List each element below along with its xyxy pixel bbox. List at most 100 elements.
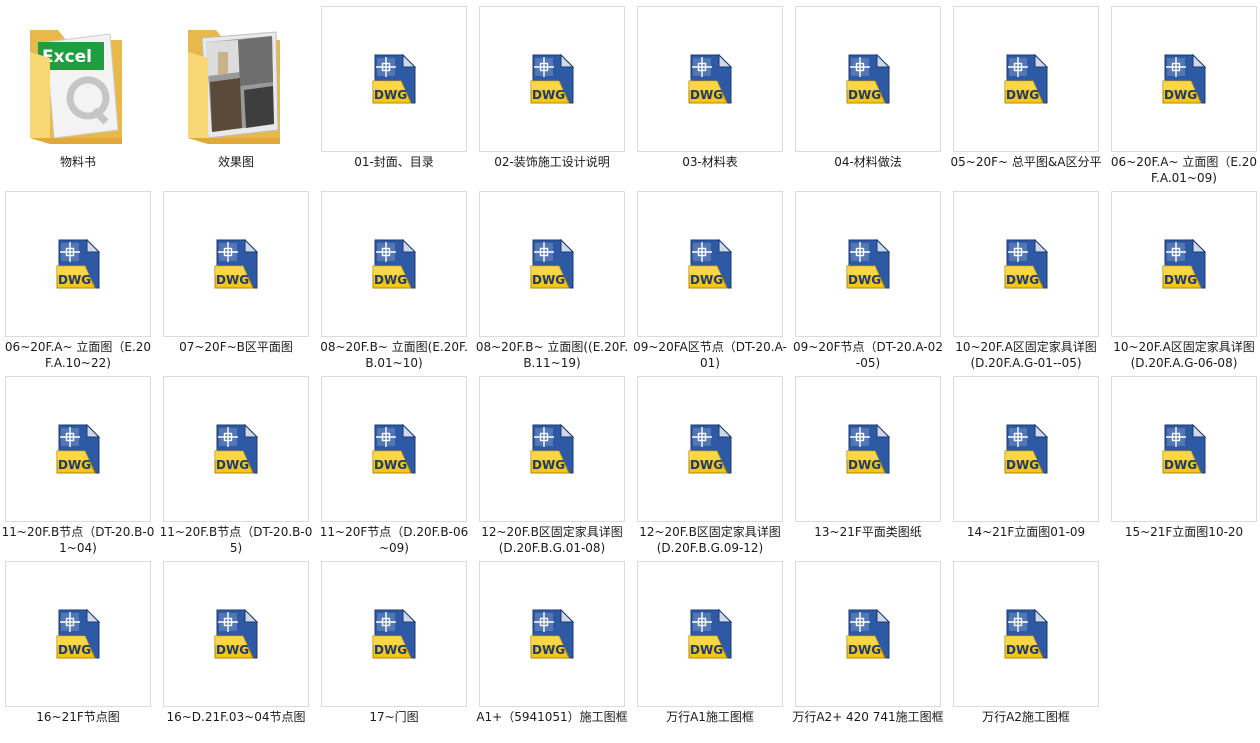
file-item[interactable]: DWG 11~20F.B节点（DT-20.B-01~04): [2, 376, 154, 560]
file-item[interactable]: DWG 万行A2+ 420 741施工图框: [792, 561, 944, 743]
file-item[interactable]: DWG 07~20F~B区平面图: [163, 191, 309, 375]
dwg-badge-text: DWG: [690, 88, 723, 102]
dwg-badge-text: DWG: [848, 88, 881, 102]
file-item[interactable]: DWG 11~20F.B节点（DT-20.B-05): [160, 376, 312, 560]
dwg-file-icon: DWG: [214, 423, 259, 474]
file-item[interactable]: DWG 万行A2施工图框: [953, 561, 1099, 743]
file-item[interactable]: DWG 11~20F节点（D.20F.B-06~09): [320, 376, 468, 560]
folder-thumbnail: [163, 6, 307, 150]
file-item[interactable]: DWG 13~21F平面类图纸: [795, 376, 941, 560]
file-item[interactable]: DWG 08~20F.B~ 立面图(E.20F.B.01~10): [320, 191, 468, 375]
dwg-badge-text: DWG: [374, 643, 407, 657]
excel-folder-icon: Excel: [30, 30, 122, 144]
image-folder-icon: [188, 30, 280, 144]
dwg-file-icon: DWG: [530, 53, 575, 104]
file-thumbnail: DWG: [953, 6, 1099, 152]
dwg-badge-text: DWG: [848, 643, 881, 657]
dwg-badge-text: DWG: [532, 88, 565, 102]
dwg-badge-text: DWG: [690, 273, 723, 287]
file-item[interactable]: DWG 14~21F立面图01-09: [953, 376, 1099, 560]
file-thumbnail: DWG: [637, 6, 783, 152]
file-item[interactable]: DWG A1+（5941051）施工图框: [476, 561, 628, 743]
dwg-file-icon: DWG: [846, 423, 891, 474]
file-item[interactable]: DWG 06~20F.A~ 立面图（E.20F.A.10~22): [5, 191, 151, 375]
file-grid: Excel 物料书 效果图 DWG 01-封面、目录 DWG 02-装饰施工设计…: [0, 0, 1260, 743]
dwg-file-icon: DWG: [372, 608, 417, 659]
file-item[interactable]: DWG 06~20F.A~ 立面图（E.20F.A.01~09): [1111, 6, 1257, 190]
file-item[interactable]: DWG 12~20F.B区固定家具详图(D.20F.B.G.01-08): [479, 376, 625, 560]
file-item[interactable]: DWG 15~21F立面图10-20: [1111, 376, 1257, 560]
dwg-badge-text: DWG: [216, 273, 249, 287]
file-item[interactable]: DWG 16~21F节点图: [5, 561, 151, 743]
file-name: 12~20F.B区固定家具详图(D.20F.B.G.09-12): [639, 525, 781, 555]
file-name: 17~门图: [369, 710, 419, 724]
file-item[interactable]: DWG 10~20F.A区固定家具详图(D.20F.A.G-06-08): [1111, 191, 1257, 375]
file-name: 06~20F.A~ 立面图（E.20F.A.01~09): [1110, 155, 1258, 185]
dwg-badge-text: DWG: [848, 458, 881, 472]
dwg-badge-text: DWG: [848, 273, 881, 287]
dwg-badge-text: DWG: [1006, 273, 1039, 287]
file-thumbnail: DWG: [163, 376, 309, 522]
file-name: 万行A2施工图框: [982, 710, 1070, 724]
folder-item[interactable]: 效果图: [163, 6, 309, 190]
file-thumbnail: DWG: [795, 561, 941, 707]
dwg-badge-text: DWG: [374, 273, 407, 287]
file-thumbnail: DWG: [953, 561, 1099, 707]
dwg-badge-text: DWG: [1006, 643, 1039, 657]
file-thumbnail: DWG: [321, 191, 467, 337]
file-item[interactable]: DWG 08~20F.B~ 立面图((E.20F.B.11~19): [476, 191, 628, 375]
dwg-badge-text: DWG: [1164, 273, 1197, 287]
dwg-badge-text: DWG: [374, 458, 407, 472]
file-item[interactable]: DWG 09~20F节点（DT-20.A-02-05): [793, 191, 943, 375]
dwg-badge-text: DWG: [1164, 88, 1197, 102]
file-name: 02-装饰施工设计说明: [494, 155, 610, 169]
file-name: 万行A1施工图框: [666, 710, 754, 724]
dwg-badge-text: DWG: [58, 273, 91, 287]
dwg-file-icon: DWG: [688, 608, 733, 659]
file-item[interactable]: DWG 17~门图: [321, 561, 467, 743]
dwg-file-icon: DWG: [1004, 608, 1049, 659]
file-thumbnail: DWG: [479, 376, 625, 522]
dwg-file-icon: DWG: [530, 238, 575, 289]
file-thumbnail: DWG: [479, 6, 625, 152]
file-item[interactable]: DWG 05~20F~ 总平图&A区分平: [951, 6, 1101, 190]
file-item[interactable]: DWG 16~D.21F.03~04节点图: [163, 561, 309, 743]
file-thumbnail: DWG: [5, 561, 151, 707]
dwg-file-icon: DWG: [372, 53, 417, 104]
file-item[interactable]: DWG 04-材料做法: [795, 6, 941, 190]
file-item[interactable]: DWG 万行A1施工图框: [637, 561, 783, 743]
file-name: 万行A2+ 420 741施工图框: [792, 710, 944, 724]
dwg-file-icon: DWG: [846, 53, 891, 104]
file-item[interactable]: DWG 10~20F.A区固定家具详图(D.20F.A.G-01--05): [953, 191, 1099, 375]
file-item[interactable]: DWG 02-装饰施工设计说明: [479, 6, 625, 190]
dwg-file-icon: DWG: [688, 53, 733, 104]
file-thumbnail: DWG: [637, 561, 783, 707]
file-item[interactable]: DWG 12~20F.B区固定家具详图(D.20F.B.G.09-12): [637, 376, 783, 560]
dwg-file-icon: DWG: [530, 608, 575, 659]
dwg-file-icon: DWG: [1162, 423, 1207, 474]
file-name: 12~20F.B区固定家具详图(D.20F.B.G.01-08): [481, 525, 623, 555]
dwg-file-icon: DWG: [1162, 53, 1207, 104]
dwg-file-icon: DWG: [1004, 423, 1049, 474]
dwg-badge-text: DWG: [216, 643, 249, 657]
file-name: 11~20F.B节点（DT-20.B-01~04): [1, 525, 155, 555]
dwg-file-icon: DWG: [688, 423, 733, 474]
dwg-file-icon: DWG: [372, 423, 417, 474]
file-name: 15~21F立面图10-20: [1124, 525, 1244, 539]
file-thumbnail: DWG: [795, 6, 941, 152]
dwg-badge-text: DWG: [374, 88, 407, 102]
file-thumbnail: DWG: [321, 376, 467, 522]
file-thumbnail: DWG: [795, 191, 941, 337]
file-thumbnail: DWG: [637, 376, 783, 522]
file-name: 16~D.21F.03~04节点图: [166, 710, 306, 724]
folder-name: 物料书: [59, 155, 96, 169]
dwg-file-icon: DWG: [214, 238, 259, 289]
file-item[interactable]: DWG 01-封面、目录: [321, 6, 467, 190]
file-name: 11~20F.B节点（DT-20.B-05): [159, 525, 313, 555]
file-name: 13~21F平面类图纸: [814, 525, 922, 539]
file-item[interactable]: DWG 09~20FA区节点（DT-20.A-01): [633, 191, 787, 375]
folder-item[interactable]: Excel 物料书: [5, 6, 151, 190]
file-item[interactable]: DWG 03-材料表: [637, 6, 783, 190]
file-name: 08~20F.B~ 立面图(E.20F.B.01~10): [320, 340, 468, 370]
file-name: 11~20F节点（D.20F.B-06~09): [319, 525, 469, 555]
